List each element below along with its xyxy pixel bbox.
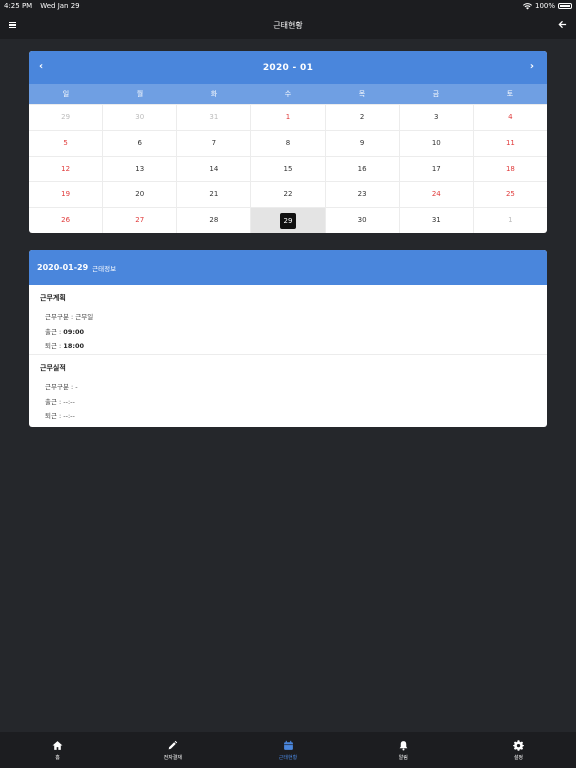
- calendar-day[interactable]: 11: [472, 130, 547, 156]
- calendar-day[interactable]: 17: [398, 156, 473, 182]
- calendar-day[interactable]: 13: [102, 156, 176, 182]
- calendar-day[interactable]: 30: [324, 208, 399, 233]
- calendar-day[interactable]: 10: [398, 130, 473, 156]
- next-month-chevron-icon[interactable]: ›: [530, 61, 534, 73]
- calendar-day[interactable]: 1: [472, 208, 547, 233]
- bottom-tab-bar: 홈 전자결재 근태현황 알림 설정: [0, 732, 576, 768]
- weekday-row: 일 월 화 수 목 금 토: [29, 84, 547, 104]
- status-right: 100%: [522, 2, 572, 10]
- plan-out-line: 퇴근 : 18:00: [45, 342, 84, 350]
- battery-icon: [558, 3, 572, 9]
- calendar-day[interactable]: 5: [29, 131, 102, 156]
- plan-in-line: 출근 : 09:00: [45, 327, 84, 336]
- info-subtitle: 근태정보: [92, 264, 117, 273]
- tab-label: 근태현황: [278, 754, 298, 761]
- calendar-day[interactable]: 30: [102, 105, 176, 130]
- gear-icon: [512, 739, 524, 751]
- menu-icon[interactable]: [9, 22, 16, 28]
- calendar-week: 29 30 31 1 2 3 4: [29, 104, 547, 130]
- calendar-day[interactable]: 29: [29, 105, 102, 130]
- calendar-day[interactable]: 28: [176, 208, 250, 233]
- tab-label: 전자결재: [163, 754, 182, 761]
- weekday-mon: 월: [136, 90, 144, 98]
- info-header: 2020-01-29 근태정보: [29, 250, 547, 285]
- actual-out-line: 퇴근 : --:--: [45, 412, 75, 420]
- tab-approval[interactable]: 전자결재: [115, 732, 230, 768]
- calendar-day[interactable]: 12: [29, 157, 102, 182]
- status-date: Wed Jan 29: [40, 2, 80, 10]
- calendar-day[interactable]: 26: [29, 208, 102, 233]
- weekday-thu: 목: [358, 90, 366, 98]
- tab-label: 설정: [513, 754, 524, 761]
- calendar-day[interactable]: 9: [324, 130, 399, 156]
- weekday-sun: 일: [62, 90, 70, 98]
- tab-home[interactable]: 홈: [0, 732, 115, 768]
- calendar-day[interactable]: 19: [29, 182, 102, 207]
- calendar-day[interactable]: 23: [324, 182, 399, 208]
- calendar-day[interactable]: 21: [176, 182, 250, 208]
- tab-attendance[interactable]: 근태현황: [230, 732, 345, 768]
- calendar-card: ‹ 2020 - 01 › 일 월 화 수 목 금 토 29 30 31 1 2…: [29, 51, 547, 233]
- tab-notifications[interactable]: 알림: [346, 732, 461, 768]
- calendar-day[interactable]: 31: [176, 105, 250, 130]
- calendar-day[interactable]: 22: [250, 182, 324, 208]
- pencil-icon: [168, 740, 178, 749]
- tab-label: 알림: [398, 754, 408, 761]
- weekday-tue: 화: [210, 90, 218, 98]
- calendar-day[interactable]: 18: [472, 156, 547, 182]
- calendar-day[interactable]: 3: [398, 105, 473, 130]
- top-nav: 근태현황: [0, 12, 576, 39]
- status-bar: 4:25 PM Wed Jan 29 100%: [0, 0, 576, 12]
- bell-icon: [399, 740, 408, 750]
- calendar-week: 26 27 28 29 30 31 1: [29, 207, 547, 233]
- calendar-day[interactable]: 24: [398, 182, 473, 208]
- battery-percent: 100%: [534, 2, 555, 10]
- calendar-day[interactable]: 6: [102, 130, 176, 156]
- info-date: 2020-01-29: [37, 263, 89, 272]
- weekday-fri: 금: [432, 90, 440, 98]
- back-arrow-icon[interactable]: [558, 20, 567, 29]
- calendar-day[interactable]: 7: [176, 130, 250, 156]
- calendar-week: 19 20 21 22 23 24 25: [29, 181, 547, 208]
- work-plan-section: 근무계획 근무구분 : 근무일 출근 : 09:00 퇴근 : 18:00: [29, 285, 547, 355]
- actual-type-line: 근무구분 : -: [45, 383, 78, 391]
- page-title: 근태현황: [273, 21, 303, 30]
- calendar-week: 5 6 7 8 9 10 11: [29, 129, 547, 156]
- calendar-day[interactable]: 4: [472, 105, 547, 130]
- calendar-icon: [283, 740, 293, 750]
- wifi-icon: [522, 2, 532, 9]
- actual-in-line: 출근 : --:--: [45, 397, 75, 406]
- tab-settings[interactable]: 설정: [461, 732, 576, 768]
- work-actual-section: 근무실적 근무구분 : - 출근 : --:-- 퇴근 : --:--: [29, 355, 547, 424]
- prev-month-chevron-icon[interactable]: ‹: [39, 61, 43, 73]
- calendar-day[interactable]: 27: [102, 208, 176, 233]
- month-label: 2020 - 01: [262, 62, 314, 73]
- calendar-day[interactable]: 31: [398, 208, 473, 233]
- section-title: 근무계획: [40, 294, 66, 302]
- section-title: 근무실적: [40, 364, 66, 372]
- home-icon: [52, 740, 63, 750]
- calendar-day[interactable]: 15: [250, 156, 324, 182]
- attendance-info-card: 2020-01-29 근태정보 근무계획 근무구분 : 근무일 출근 : 09:…: [29, 250, 547, 427]
- calendar-day[interactable]: 2: [324, 105, 399, 130]
- selected-day-label: 29: [279, 212, 296, 229]
- calendar-day[interactable]: 16: [324, 156, 399, 182]
- calendar-day[interactable]: 14: [176, 156, 250, 182]
- calendar-day[interactable]: 8: [250, 130, 324, 156]
- weekday-wed: 수: [284, 90, 292, 98]
- calendar-day-selected[interactable]: 29: [250, 208, 325, 233]
- calendar-day[interactable]: 20: [102, 182, 176, 208]
- calendar-week: 12 13 14 15 16 17 18: [29, 155, 547, 182]
- calendar-day[interactable]: 25: [472, 182, 547, 208]
- status-time: 4:25 PM: [4, 2, 33, 10]
- weekday-sat: 토: [506, 90, 514, 98]
- calendar-day[interactable]: 1: [250, 105, 324, 130]
- tab-label: 홈: [55, 754, 60, 761]
- calendar-header: ‹ 2020 - 01 ›: [29, 51, 547, 84]
- plan-type-line: 근무구분 : 근무일: [45, 313, 94, 321]
